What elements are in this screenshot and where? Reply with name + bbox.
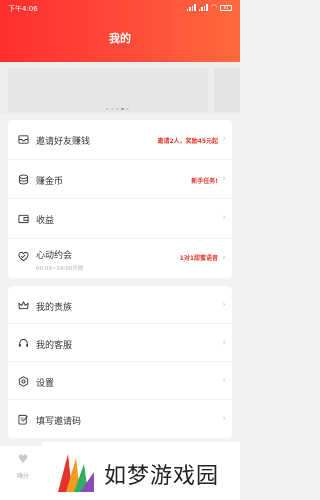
heart-tab-icon: ♥: [17, 452, 29, 466]
chevron-right-icon: ›: [222, 414, 226, 424]
menu-item-label: 我的贵族: [36, 303, 73, 313]
inbox-icon: [18, 135, 29, 144]
menu-item-invite[interactable]: 邀请好友赚钱 邀请2人，奖励45元起 ›: [8, 120, 232, 160]
chevron-right-icon: ›: [222, 173, 226, 184]
banner-slide-next[interactable]: [214, 68, 240, 112]
banner-carousel[interactable]: [0, 62, 240, 114]
carousel-indicator: [106, 108, 129, 110]
status-icons: ◠ 81: [186, 3, 232, 11]
tab-item[interactable]: ♥ 嗨分: [8, 452, 38, 480]
menu-item-coins[interactable]: 赚金币 新手任务! ›: [8, 160, 232, 199]
coin-stack-icon: [18, 174, 29, 184]
carousel-dot: [106, 108, 109, 110]
wifi-icon: ◠: [210, 3, 217, 11]
chevron-right-icon: ›: [222, 213, 226, 223]
menu-item-invite-code[interactable]: 填写邀请码 ›: [8, 400, 232, 438]
menu-item-label: 填写邀请码: [36, 417, 82, 427]
crown-icon: [18, 301, 29, 310]
menu-card-top: 邀请好友赚钱 邀请2人，奖励45元起 › 赚金币 新手任务! › 收益 › 心动…: [8, 120, 232, 278]
edit-icon: [18, 414, 28, 425]
battery-icon: 81: [220, 4, 232, 11]
menu-item-settings[interactable]: 设置 ›: [8, 362, 232, 400]
menu-item-label: 设置: [36, 379, 55, 389]
menu-item-noble[interactable]: 我的贵族 ›: [8, 286, 232, 324]
wallet-icon: [18, 214, 29, 224]
menu-item-badge: 1对1甜蜜语音: [179, 254, 218, 262]
banner-slide[interactable]: [8, 68, 208, 112]
menu-item-service[interactable]: 我的客服 ›: [8, 324, 232, 362]
chevron-right-icon: ›: [222, 338, 226, 348]
status-time: 下午4:06: [8, 5, 38, 13]
menu-item-label: 赚金币: [36, 176, 64, 187]
menu-item-badge: 新手任务!: [191, 177, 218, 185]
menu-item-label: 收益: [36, 216, 55, 226]
chevron-right-icon: ›: [222, 300, 226, 310]
menu-card-bottom: 我的贵族 › 我的客服 › 设置 › 填写邀请码 ›: [8, 286, 232, 438]
watermark-text: 如梦游戏园: [104, 464, 220, 489]
chevron-right-icon: ›: [222, 134, 226, 144]
signal-icon: [186, 4, 196, 11]
headset-icon: [18, 338, 29, 347]
carousel-dot: [116, 108, 119, 110]
menu-item-date[interactable]: 心动约会 00:09~24:00开放 1对1甜蜜语音 ›: [8, 239, 232, 279]
menu-item-earnings[interactable]: 收益 ›: [8, 199, 232, 239]
heart-icon: [18, 251, 29, 261]
carousel-dot: [111, 108, 114, 110]
menu-item-label: 我的客服: [36, 341, 73, 351]
carousel-dot: [126, 108, 129, 110]
page-title: 我的: [109, 32, 131, 45]
watermark: 如梦游戏园: [42, 442, 240, 500]
watermark-logo-icon: [58, 454, 94, 492]
menu-item-label: 邀请好友赚钱: [36, 137, 91, 147]
menu-item-subtext: 00:09~24:00开放: [36, 265, 84, 272]
chevron-right-icon: ›: [222, 376, 226, 386]
carousel-dot-active: [121, 108, 124, 110]
chevron-right-icon: ›: [222, 252, 226, 263]
menu-item-label: 心动约会: [36, 250, 73, 261]
tab-label: 嗨分: [16, 473, 29, 480]
settings-icon: [18, 376, 29, 387]
status-bar: 下午4:06 ◠ 81: [8, 4, 232, 16]
signal-icon-2: [198, 4, 208, 11]
header-bar: 下午4:06 ◠ 81 我的: [0, 0, 240, 62]
menu-item-badge: 邀请2人，奖励45元起: [157, 138, 218, 145]
